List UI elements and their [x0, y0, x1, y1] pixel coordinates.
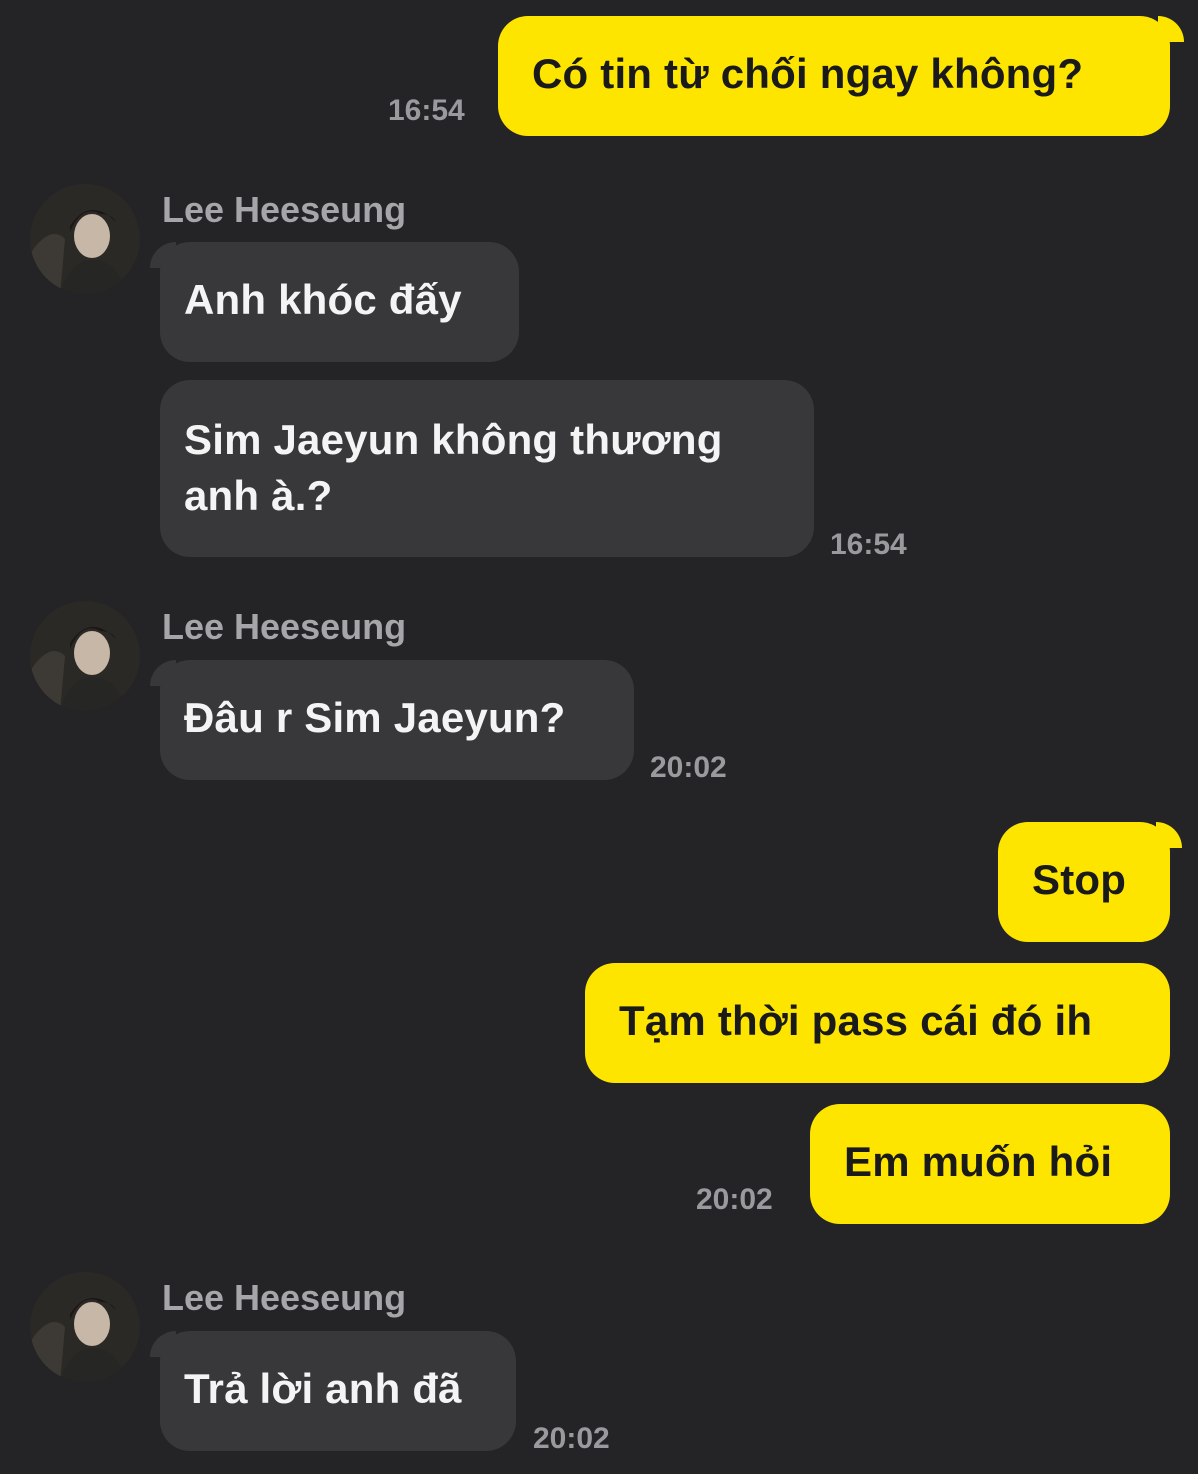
message-text: Đâu r Sim Jaeyun?: [184, 694, 566, 741]
message-bubble-incoming[interactable]: Sim Jaeyun không thương anh à.?: [160, 380, 814, 557]
avatar[interactable]: [30, 184, 140, 294]
message-bubble-outgoing[interactable]: Tạm thời pass cái đó ih: [585, 963, 1170, 1083]
message-bubble-outgoing[interactable]: Em muốn hỏi: [810, 1104, 1170, 1224]
message-text: Có tin từ chối ngay không?: [532, 50, 1084, 97]
message-text: Tạm thời pass cái đó ih: [619, 997, 1093, 1044]
message-bubble-incoming[interactable]: Anh khóc đấy: [160, 242, 519, 362]
profile-photo-icon: [30, 1272, 140, 1382]
profile-photo-icon: [30, 601, 140, 711]
message-text: Em muốn hỏi: [844, 1138, 1113, 1185]
sender-name: Lee Heeseung: [162, 606, 407, 647]
message-text: Anh khóc đấy: [184, 276, 462, 323]
message-text: Stop: [1032, 856, 1127, 903]
bubble-tail: [1158, 16, 1184, 42]
avatar[interactable]: [30, 1272, 140, 1382]
sender-name: Lee Heeseung: [162, 189, 407, 230]
sender-name: Lee Heeseung: [162, 1277, 407, 1318]
avatar[interactable]: [30, 601, 140, 711]
message-timestamp: 16:54: [388, 94, 465, 127]
message-bubble-outgoing[interactable]: Có tin từ chối ngay không?: [498, 16, 1170, 136]
message-timestamp: 20:02: [533, 1422, 610, 1455]
message-timestamp: 16:54: [830, 528, 907, 561]
message-bubble-outgoing[interactable]: Stop: [998, 822, 1170, 942]
profile-photo-icon: [30, 184, 140, 294]
message-text: Sim Jaeyun không thương anh à.?: [184, 416, 723, 519]
message-timestamp: 20:02: [650, 751, 727, 784]
message-text: Trả lời anh đã: [184, 1365, 462, 1412]
message-bubble-incoming[interactable]: Đâu r Sim Jaeyun?: [160, 660, 634, 780]
message-timestamp: 20:02: [696, 1183, 773, 1216]
message-bubble-incoming[interactable]: Trả lời anh đã: [160, 1331, 516, 1451]
